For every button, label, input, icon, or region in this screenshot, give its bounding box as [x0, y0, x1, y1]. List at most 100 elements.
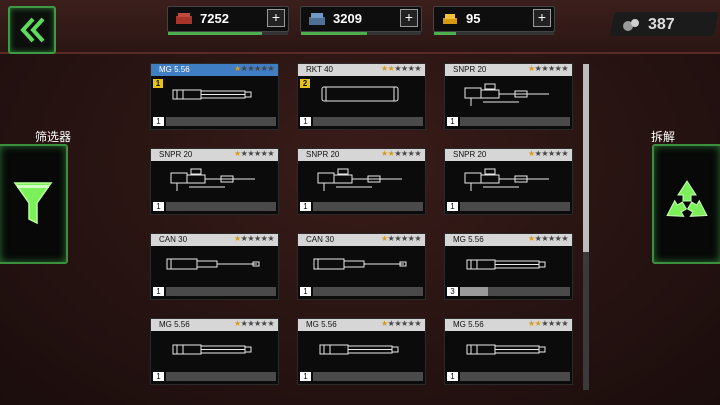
- snpr-weapon-icon: [317, 168, 402, 191]
- weapon-card[interactable]: SNPR 20 ★★★★★★ 1: [297, 148, 426, 215]
- weapon-card[interactable]: MG 5.56 ★★★★★★ 1: [297, 318, 426, 385]
- star-icon: ★: [394, 149, 401, 158]
- quantity-badge: 1: [153, 372, 164, 381]
- mg-weapon-icon: [466, 259, 546, 270]
- upgrade-progress-bar: [166, 372, 276, 381]
- back-button[interactable]: [8, 6, 56, 54]
- star-icon: ★: [267, 149, 274, 158]
- weapon-name: MG 5.56: [453, 235, 484, 244]
- level-badge: 2: [300, 79, 310, 88]
- weapon-card[interactable]: SNPR 20 ★★★★★★ 1: [150, 148, 279, 215]
- star-icon: ★: [541, 234, 548, 243]
- star-icon: ★: [400, 234, 408, 243]
- weapon-name: MG 5.56: [453, 320, 484, 329]
- weapon-name: CAN 30: [306, 235, 335, 244]
- add-armor-button[interactable]: +: [267, 9, 285, 27]
- star-icon: ★: [547, 234, 555, 243]
- upgrade-progress-bar: [313, 202, 423, 211]
- weapon-name: MG 5.56: [159, 320, 190, 329]
- star-rating: ★★★★★★: [380, 64, 422, 73]
- funnel-icon: [13, 182, 53, 225]
- star-rating: ★★★★★★: [380, 234, 422, 243]
- upgrade-progress-bar: [166, 287, 276, 296]
- resource-value: 3209: [333, 11, 362, 26]
- weapon-card[interactable]: MG 5.56 ★★★★★★ 1: [150, 318, 279, 385]
- armor-plate-icon: [176, 13, 192, 24]
- quantity-badge: 1: [153, 202, 164, 211]
- can-weapon-icon: [166, 258, 260, 270]
- weapon-card[interactable]: MG 5.56 ★★★★★★ 1 1: [150, 63, 279, 130]
- weapon-card[interactable]: SNPR 20 ★★★★★★ 1: [444, 148, 573, 215]
- star-icon: ★: [233, 149, 241, 158]
- gems-counter: 387: [622, 13, 675, 37]
- gems-value: 387: [648, 16, 675, 33]
- star-icon: ★: [267, 234, 274, 243]
- quantity-badge: 1: [300, 372, 311, 381]
- weapon-card[interactable]: MG 5.56 ★★★★★★ 1: [444, 318, 573, 385]
- upgrade-progress-bar: [460, 287, 570, 296]
- scrollbar[interactable]: [583, 64, 589, 390]
- weapon-card[interactable]: MG 5.56 ★★★★★★ 3: [444, 233, 573, 300]
- recycle-icon: [666, 180, 708, 217]
- weapon-card[interactable]: RKT 40 ★★★★★★ 2 1: [297, 63, 426, 130]
- star-icon: ★: [547, 149, 555, 158]
- star-icon: ★: [380, 234, 388, 243]
- add-steel-button[interactable]: +: [400, 9, 418, 27]
- can-weapon-icon: [313, 258, 407, 270]
- quantity-badge: 1: [153, 117, 164, 126]
- resource-gold: 95 +: [433, 6, 555, 35]
- weapon-name: SNPR 20: [159, 150, 193, 159]
- weapon-card[interactable]: CAN 30 ★★★★★★ 1: [297, 233, 426, 300]
- filter-button[interactable]: [0, 144, 68, 264]
- weapon-name: MG 5.56: [159, 65, 190, 74]
- star-icon: ★: [394, 64, 401, 73]
- mg-weapon-icon: [319, 344, 399, 355]
- filter-label: 筛选器: [35, 130, 72, 144]
- star-icon: ★: [547, 319, 555, 328]
- star-icon: ★: [394, 319, 401, 328]
- star-icon: ★: [233, 319, 241, 328]
- weapon-card[interactable]: CAN 30 ★★★★★★ 1: [150, 233, 279, 300]
- rkt-weapon-icon: [321, 86, 399, 102]
- weapon-name: SNPR 20: [453, 150, 487, 159]
- quantity-badge: 1: [447, 202, 458, 211]
- dismantle-button[interactable]: [652, 144, 720, 264]
- star-rating: ★★★★★★: [233, 319, 275, 328]
- star-icon: ★: [267, 319, 274, 328]
- star-icon: ★: [400, 149, 408, 158]
- weapon-name: SNPR 20: [306, 150, 340, 159]
- star-icon: ★: [233, 64, 241, 73]
- resource-armor-plates: 7252 +: [167, 6, 289, 35]
- star-rating: ★★★★★★: [233, 234, 275, 243]
- star-rating: ★★★★★★: [527, 319, 569, 328]
- star-icon: ★: [561, 64, 568, 73]
- star-icon: ★: [253, 64, 261, 73]
- quantity-badge: 1: [447, 117, 458, 126]
- star-icon: ★: [394, 234, 401, 243]
- mg-weapon-icon: [172, 89, 252, 100]
- star-rating: ★★★★★★: [381, 149, 422, 158]
- weapon-card[interactable]: SNPR 20 ★★★★★★ 1: [444, 63, 573, 130]
- scrollbar-thumb[interactable]: [583, 64, 589, 252]
- star-icon: ★: [561, 234, 568, 243]
- star-icon: ★: [253, 319, 261, 328]
- star-icon: ★: [527, 319, 535, 328]
- star-icon: ★: [253, 234, 261, 243]
- upgrade-progress-bar: [313, 372, 423, 381]
- steel-block-icon: [309, 13, 325, 25]
- star-icon: ★: [380, 319, 388, 328]
- upgrade-progress-bar: [166, 202, 276, 211]
- star-icon: ★: [380, 64, 388, 73]
- star-icon: ★: [233, 234, 241, 243]
- weapon-name: CAN 30: [159, 235, 188, 244]
- dismantle-label: 拆解: [651, 130, 676, 144]
- upgrade-progress-bar: [166, 117, 276, 126]
- weapon-name: RKT 40: [306, 65, 333, 74]
- star-icon: ★: [247, 64, 254, 73]
- star-icon: ★: [414, 149, 421, 158]
- add-gold-button[interactable]: +: [533, 9, 551, 27]
- star-icon: ★: [527, 234, 535, 243]
- star-icon: ★: [541, 149, 548, 158]
- quantity-badge: 1: [300, 117, 311, 126]
- resource-steel: 3209 +: [300, 6, 422, 35]
